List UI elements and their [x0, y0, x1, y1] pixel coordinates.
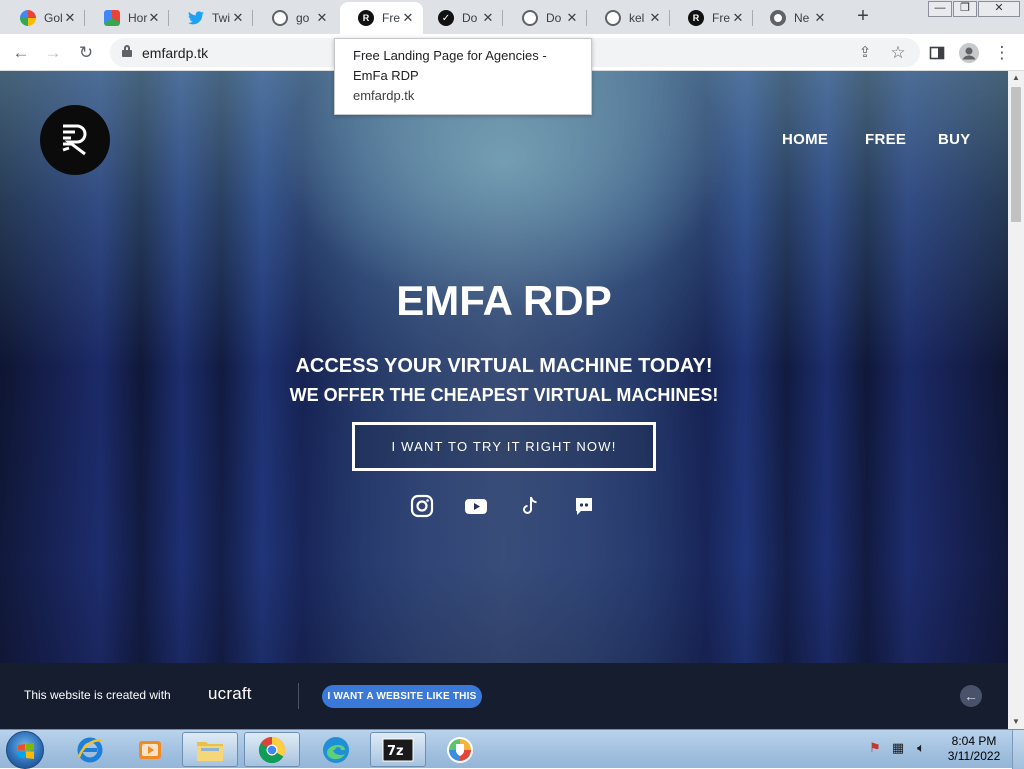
emfa-logo-icon: R — [688, 10, 704, 26]
ucraft-banner: This website is created with ucraft I WA… — [0, 663, 1008, 729]
show-desktop-button[interactable] — [1012, 730, 1024, 769]
windows-taskbar: 7z ⚑ ▦ 🔈︎ 8:04 PM 3/11/2022 — [0, 729, 1024, 769]
emfa-logo-icon — [62, 124, 87, 156]
tab-twitter[interactable]: Twi ✕ — [170, 2, 253, 34]
close-icon[interactable]: ✕ — [230, 10, 246, 26]
scroll-down-arrow-icon[interactable]: ▼ — [1008, 715, 1024, 729]
reload-icon[interactable]: ↻ — [74, 41, 98, 65]
colorful-app-icon — [104, 10, 120, 26]
system-clock[interactable]: 8:04 PM 3/11/2022 — [940, 734, 1008, 764]
nav-free[interactable]: FREE — [865, 131, 906, 148]
close-icon[interactable]: ✕ — [480, 10, 496, 26]
restore-button[interactable]: ❐ — [953, 1, 977, 17]
action-center-flag-icon[interactable]: ⚑ — [866, 739, 884, 757]
tab-do-2[interactable]: Do ✕ — [504, 2, 587, 34]
minimize-button[interactable]: — — [928, 1, 952, 17]
internet-explorer-icon[interactable] — [62, 732, 118, 767]
globe-icon — [272, 10, 288, 26]
hero-subtitle-2: WE OFFER THE CHEAPEST VIRTUAL MACHINES! — [289, 385, 719, 405]
globe-icon — [522, 10, 538, 26]
7zip-icon[interactable]: 7z — [370, 732, 426, 767]
network-icon[interactable]: ▦ — [889, 739, 907, 757]
svg-text:7z: 7z — [387, 744, 404, 759]
tooltip-title: Free Landing Page for Agencies - EmFa RD… — [353, 48, 547, 83]
scroll-up-arrow-icon[interactable]: ▲ — [1008, 71, 1024, 85]
tab-free-2[interactable]: R Fre ✕ — [670, 2, 753, 34]
clock-date: 3/11/2022 — [947, 749, 1001, 763]
tab-kel[interactable]: kel ✕ — [587, 2, 670, 34]
lock-icon[interactable] — [122, 45, 132, 57]
nav-buy[interactable]: BUY — [938, 131, 971, 148]
chrome-icon[interactable] — [244, 732, 300, 767]
google-icon — [20, 10, 36, 26]
discord-icon[interactable] — [572, 494, 596, 518]
media-player-icon[interactable] — [122, 732, 178, 767]
site-logo[interactable] — [40, 105, 110, 175]
twitter-icon — [188, 10, 204, 26]
try-now-button[interactable]: I WANT TO TRY IT RIGHT NOW! — [352, 422, 656, 471]
new-tab-button[interactable]: + — [852, 6, 874, 28]
clock-time: 8:04 PM — [951, 734, 997, 748]
edge-icon[interactable] — [308, 732, 364, 767]
close-icon[interactable]: ✕ — [400, 10, 416, 26]
close-icon[interactable]: ✕ — [730, 10, 746, 26]
close-icon[interactable]: ✕ — [647, 10, 663, 26]
vpn-shield-icon[interactable] — [432, 732, 488, 767]
tab-hover-tooltip: Free Landing Page for Agencies - EmFa RD… — [334, 38, 592, 115]
hero-title: EMFA RDP — [396, 277, 612, 324]
chrome-icon — [770, 10, 786, 26]
url-text[interactable]: emfardp.tk — [142, 45, 208, 61]
tooltip-url: emfardp.tk — [353, 88, 415, 103]
close-icon[interactable]: ✕ — [62, 10, 78, 26]
tab-gol[interactable]: Gol ✕ — [2, 2, 85, 34]
close-window-button[interactable]: ✕ — [978, 1, 1020, 17]
globe-icon — [605, 10, 621, 26]
side-panel-icon[interactable] — [925, 41, 949, 65]
ucraft-logo[interactable]: ucraft — [208, 684, 252, 704]
speaker-volume-icon[interactable]: 🔈︎ — [912, 739, 930, 757]
close-icon[interactable]: ✕ — [564, 10, 580, 26]
start-button[interactable] — [6, 731, 44, 769]
scrollbar-thumb[interactable] — [1011, 87, 1021, 222]
emfa-logo-icon: R — [358, 10, 374, 26]
tab-go[interactable]: go ✕ — [254, 2, 337, 34]
checkmark-circle-icon: ✓ — [438, 10, 454, 26]
close-icon[interactable]: ✕ — [812, 10, 828, 26]
tab-free-active[interactable]: R Fre ✕ — [340, 2, 423, 34]
close-icon[interactable]: ✕ — [146, 10, 162, 26]
hero-subtitle-1: ACCESS YOUR VIRTUAL MACHINE TODAY! — [295, 355, 713, 377]
file-explorer-icon[interactable] — [182, 732, 238, 767]
share-icon[interactable]: ⇪ — [853, 41, 877, 65]
arrow-left-icon[interactable]: ← — [960, 685, 982, 707]
profile-avatar-icon[interactable] — [957, 41, 981, 65]
banner-created-text: This website is created with — [24, 688, 171, 702]
tab-hor[interactable]: Hor ✕ — [86, 2, 169, 34]
windows-logo-icon — [18, 743, 34, 759]
tab-do-1[interactable]: ✓ Do ✕ — [420, 2, 503, 34]
instagram-icon[interactable] — [410, 494, 434, 518]
tab-strip: Gol ✕ Hor ✕ Twi ✕ go ✕ R Fre ✕ ✓ Do ✕ Do… — [0, 0, 1024, 34]
close-icon[interactable]: ✕ — [314, 10, 330, 26]
forward-arrow-icon[interactable]: → — [41, 41, 65, 65]
want-website-button[interactable]: I WANT A WEBSITE LIKE THIS — [322, 685, 482, 708]
tab-new[interactable]: Ne ✕ — [752, 2, 835, 34]
back-arrow-icon[interactable]: ← — [9, 41, 33, 65]
star-bookmark-icon[interactable]: ☆ — [886, 41, 910, 65]
youtube-icon[interactable] — [464, 494, 488, 518]
tiktok-icon[interactable] — [518, 494, 542, 518]
menu-kebab-icon[interactable]: ⋮ — [990, 41, 1014, 65]
page-scrollbar[interactable]: ▲ ▼ — [1008, 71, 1024, 729]
nav-home[interactable]: HOME — [782, 131, 828, 148]
web-page: HOME FREE BUY EMFA RDP ACCESS YOUR VIRTU… — [0, 71, 1008, 729]
